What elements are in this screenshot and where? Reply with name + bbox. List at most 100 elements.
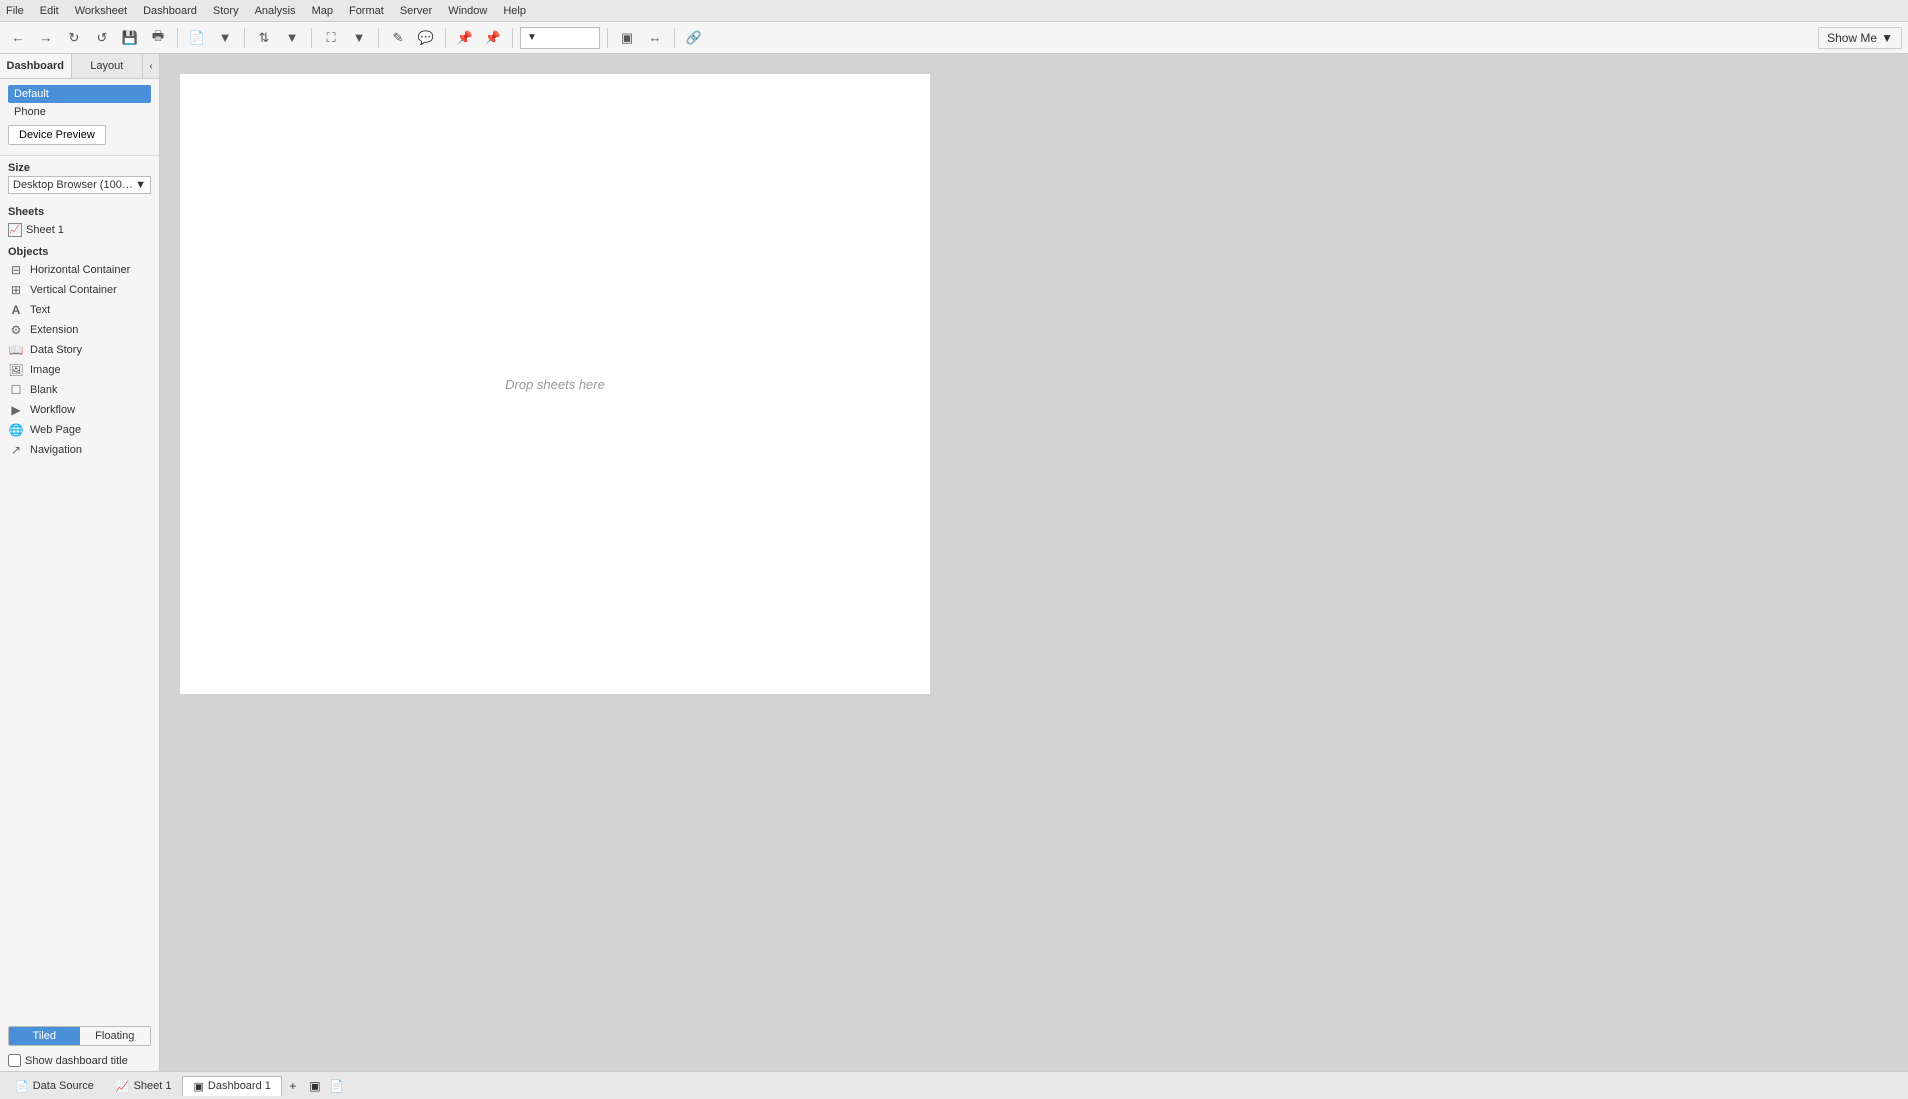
vertical-container-icon: ⊞	[8, 283, 24, 297]
web-page-label: Web Page	[30, 424, 81, 436]
datasource-label: Data Source	[33, 1080, 94, 1092]
swap-button[interactable]: ⇅	[252, 26, 276, 50]
sep3	[311, 28, 312, 48]
status-tab-sheet1[interactable]: 📈 Sheet 1	[105, 1076, 183, 1096]
panel-collapse-arrow[interactable]: ‹	[143, 54, 159, 78]
object-web-page[interactable]: 🌐 Web Page	[0, 420, 159, 440]
objects-list: ⊟ Horizontal Container ⊞ Vertical Contai…	[0, 260, 159, 1022]
object-image[interactable]: 🖼 Image	[0, 360, 159, 380]
tooltip-btn[interactable]: 💬	[414, 26, 438, 50]
vertical-container-label: Vertical Container	[30, 284, 117, 296]
highlight-btn[interactable]: ✎	[386, 26, 410, 50]
menu-file[interactable]: File	[4, 5, 26, 17]
size-section: Size Desktop Browser (1000 x 8... ▼	[0, 156, 159, 200]
menu-map[interactable]: Map	[310, 5, 335, 17]
size-dropdown-arrow: ▼	[135, 179, 146, 191]
status-tab-dashboard1[interactable]: ▣ Dashboard 1	[182, 1076, 281, 1096]
print-button[interactable]: 🖶	[146, 26, 170, 50]
object-horizontal-container[interactable]: ⊟ Horizontal Container	[0, 260, 159, 280]
grid-button[interactable]: ▣	[615, 26, 639, 50]
menu-bar: File Edit Worksheet Dashboard Story Anal…	[0, 0, 1908, 22]
new-dashboard-button[interactable]: ▣	[304, 1075, 326, 1097]
tiled-button[interactable]: Tiled	[9, 1027, 80, 1045]
dashboard1-icon: ▣	[193, 1080, 203, 1093]
floating-button[interactable]: Floating	[80, 1027, 151, 1045]
objects-section: Objects ⊟ Horizontal Container ⊞ Vertica…	[0, 240, 159, 1022]
navigation-icon: ↗	[8, 443, 24, 457]
web-page-icon: 🌐	[8, 423, 24, 437]
show-dashboard-title-label: Show dashboard title	[25, 1055, 128, 1067]
object-data-story[interactable]: 📖 Data Story	[0, 340, 159, 360]
horizontal-container-icon: ⊟	[8, 263, 24, 277]
menu-analysis[interactable]: Analysis	[253, 5, 298, 17]
sheet1-status-icon: 📈	[116, 1080, 130, 1093]
show-dashboard-title-checkbox[interactable]	[8, 1054, 21, 1067]
object-extension[interactable]: ⚙ Extension	[0, 320, 159, 340]
blank-icon: ☐	[8, 383, 24, 397]
menu-edit[interactable]: Edit	[38, 5, 61, 17]
undo-button[interactable]: ↻	[62, 26, 86, 50]
menu-dashboard[interactable]: Dashboard	[141, 5, 199, 17]
sheet1-status-label: Sheet 1	[134, 1080, 172, 1092]
tab-dashboard[interactable]: Dashboard	[0, 54, 72, 78]
dropdown-btn3[interactable]: ▼	[347, 26, 371, 50]
panel-tabs: Dashboard Layout ‹	[0, 54, 159, 79]
dashboard1-label: Dashboard 1	[208, 1080, 271, 1092]
device-preview-button[interactable]: Device Preview	[8, 125, 106, 145]
object-navigation[interactable]: ↗ Navigation	[0, 440, 159, 460]
device-phone[interactable]: Phone	[8, 103, 151, 121]
text-icon: A	[8, 303, 24, 317]
dropdown-btn1[interactable]: ▼	[213, 26, 237, 50]
fit-width-button[interactable]: ↔	[643, 26, 667, 50]
sheet1-item[interactable]: 📈 Sheet 1	[0, 220, 159, 240]
menu-help[interactable]: Help	[501, 5, 528, 17]
sep7	[607, 28, 608, 48]
object-blank[interactable]: ☐ Blank	[0, 380, 159, 400]
fit-button[interactable]: ⛶	[319, 26, 343, 50]
object-vertical-container[interactable]: ⊞ Vertical Container	[0, 280, 159, 300]
objects-label: Objects	[0, 240, 159, 260]
save-button[interactable]: 💾	[118, 26, 142, 50]
workflow-icon: ▶	[8, 403, 24, 417]
tab-layout[interactable]: Layout	[72, 54, 144, 78]
forward-button[interactable]: →	[34, 26, 58, 50]
share-button[interactable]: 🔗	[682, 26, 706, 50]
menu-format[interactable]: Format	[347, 5, 386, 17]
toolbar: ← → ↻ ↺ 💾 🖶 📄 ▼ ⇅ ▼ ⛶ ▼ ✎ 💬 📌 📌 ▼ ▣ ↔ 🔗 …	[0, 22, 1908, 54]
left-panel: Dashboard Layout ‹ Default Phone Device …	[0, 54, 160, 1071]
sep2	[244, 28, 245, 48]
show-dashboard-title-section: Show dashboard title	[0, 1050, 159, 1071]
add-sheet-button[interactable]: +	[282, 1075, 304, 1097]
status-bar: 📄 Data Source 📈 Sheet 1 ▣ Dashboard 1 + …	[0, 1071, 1908, 1099]
blank-label: Blank	[30, 384, 58, 396]
size-label: Size	[0, 156, 159, 176]
canvas-area: Drop sheets here	[160, 54, 948, 1071]
color-dropdown[interactable]: ▼	[520, 27, 600, 49]
object-text[interactable]: A Text	[0, 300, 159, 320]
sep6	[512, 28, 513, 48]
sep1	[177, 28, 178, 48]
menu-worksheet[interactable]: Worksheet	[73, 5, 129, 17]
redo-button[interactable]: ↺	[90, 26, 114, 50]
device-default[interactable]: Default	[8, 85, 151, 103]
new-story-button[interactable]: 📄	[326, 1075, 348, 1097]
status-tab-datasource[interactable]: 📄 Data Source	[4, 1076, 105, 1096]
size-value: Desktop Browser (1000 x 8...	[13, 179, 135, 191]
sheets-label: Sheets	[0, 200, 159, 220]
object-workflow[interactable]: ▶ Workflow	[0, 400, 159, 420]
fix-button[interactable]: 📌	[453, 26, 477, 50]
new-datasource-button[interactable]: 📄	[185, 26, 209, 50]
menu-server[interactable]: Server	[398, 5, 434, 17]
data-story-icon: 📖	[8, 343, 24, 357]
canvas-board[interactable]: Drop sheets here	[180, 74, 930, 694]
show-me-button[interactable]: Show Me ▼	[1818, 27, 1902, 49]
sheet1-icon: 📈	[8, 223, 22, 237]
size-dropdown[interactable]: Desktop Browser (1000 x 8... ▼	[8, 176, 151, 194]
dropdown-btn2[interactable]: ▼	[280, 26, 304, 50]
show-me-icon: ▼	[1881, 31, 1893, 45]
back-button[interactable]: ←	[6, 26, 30, 50]
main-layout: Dashboard Layout ‹ Default Phone Device …	[0, 54, 1908, 1071]
menu-window[interactable]: Window	[446, 5, 489, 17]
menu-story[interactable]: Story	[211, 5, 241, 17]
pin-button[interactable]: 📌	[481, 26, 505, 50]
